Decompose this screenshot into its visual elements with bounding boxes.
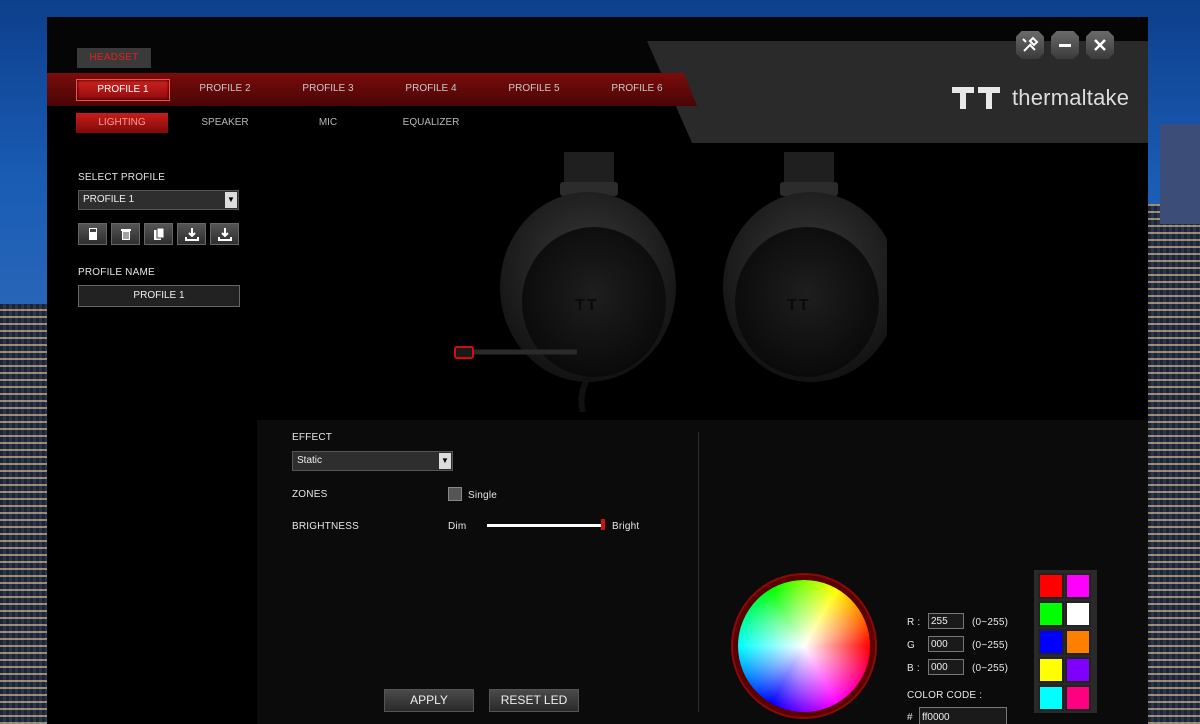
effect-select-value: Static [297,455,323,466]
tab-profile-2[interactable]: PROFILE 2 [179,79,271,99]
brightness-dim-label: Dim [448,521,467,532]
delete-profile-button[interactable] [111,223,140,245]
save-icon [88,228,97,240]
tab-profile-3[interactable]: PROFILE 3 [282,79,374,99]
headset-logo: TT [575,297,599,314]
color-code-label: COLOR CODE : [907,690,983,701]
reset-led-button[interactable]: RESET LED [489,689,579,712]
color-swatch[interactable] [1065,573,1091,599]
color-wheel[interactable] [731,573,877,719]
r-range: (0~255) [972,617,1009,628]
lighting-panel: EFFECT Static ▼ ZONES Single BRIGHTNESS … [257,420,1148,724]
headset-logo: TT [787,297,811,314]
brightness-label: BRIGHTNESS [292,521,360,532]
thermaltake-logo: thermaltake [952,85,1129,111]
chevron-down-icon: ▼ [225,192,237,208]
app-window: HEADSET thermaltake PROFILE 1 PROFILE 2 … [47,17,1148,724]
brightness-slider-thumb[interactable] [601,519,605,530]
profile-select-value: PROFILE 1 [83,194,135,205]
minimize-icon[interactable] [1051,31,1079,59]
profile-name-label: PROFILE NAME [78,267,155,278]
tab-profile-4[interactable]: PROFILE 4 [385,79,477,99]
g-input[interactable]: 000 [928,636,964,652]
tab-speaker[interactable]: SPEAKER [179,113,271,133]
b-range: (0~255) [972,663,1009,674]
tab-profile-1[interactable]: PROFILE 1 [76,79,170,101]
delete-icon [120,229,131,240]
tt-logo-icon [952,87,1000,109]
headset-image [454,152,887,412]
tab-mic[interactable]: MIC [282,113,374,133]
color-swatch[interactable] [1038,657,1064,683]
export-icon [217,228,232,241]
g-label: G [907,640,915,651]
color-swatch[interactable] [1065,685,1091,711]
select-profile-label: SELECT PROFILE [78,172,166,183]
import-profile-button[interactable] [177,223,206,245]
color-code-input[interactable]: ff0000 [919,707,1007,724]
tab-profile-5[interactable]: PROFILE 5 [488,79,580,99]
import-icon [184,228,199,241]
tab-profile-6[interactable]: PROFILE 6 [591,79,683,99]
g-range: (0~255) [972,640,1009,651]
tab-lighting[interactable]: LIGHTING [76,113,168,133]
tab-equalizer[interactable]: EQUALIZER [385,113,477,133]
b-label: B : [907,663,920,674]
color-swatch[interactable] [1065,601,1091,627]
chevron-down-icon: ▼ [439,453,451,469]
color-swatch[interactable] [1065,657,1091,683]
brand-name: thermaltake [1012,85,1130,110]
export-profile-button[interactable] [210,223,239,245]
effect-select[interactable]: Static ▼ [292,451,453,471]
apply-button[interactable]: APPLY [384,689,474,712]
tools-icon[interactable] [1016,31,1044,59]
brightness-slider-track[interactable] [487,524,603,527]
zones-single-checkbox[interactable] [448,487,462,501]
profile-name-input[interactable]: PROFILE 1 [78,285,240,307]
color-swatch[interactable] [1038,573,1064,599]
color-swatch[interactable] [1038,685,1064,711]
r-label: R : [907,617,921,628]
hash-label: # [907,712,913,723]
effect-label: EFFECT [292,432,333,443]
color-swatch[interactable] [1038,601,1064,627]
r-input[interactable]: 255 [928,613,964,629]
copy-profile-button[interactable] [144,223,173,245]
color-swatch[interactable] [1065,629,1091,655]
device-tab-headset[interactable]: HEADSET [77,48,151,68]
zones-single-label: Single [468,490,497,501]
panel-divider [698,432,699,712]
b-input[interactable]: 000 [928,659,964,675]
color-swatch[interactable] [1038,629,1064,655]
save-profile-button[interactable] [78,223,107,245]
profile-select[interactable]: PROFILE 1 ▼ [78,190,239,210]
copy-icon [153,227,164,240]
brightness-bright-label: Bright [612,521,640,532]
close-icon[interactable] [1086,31,1114,59]
zones-label: ZONES [292,489,328,500]
